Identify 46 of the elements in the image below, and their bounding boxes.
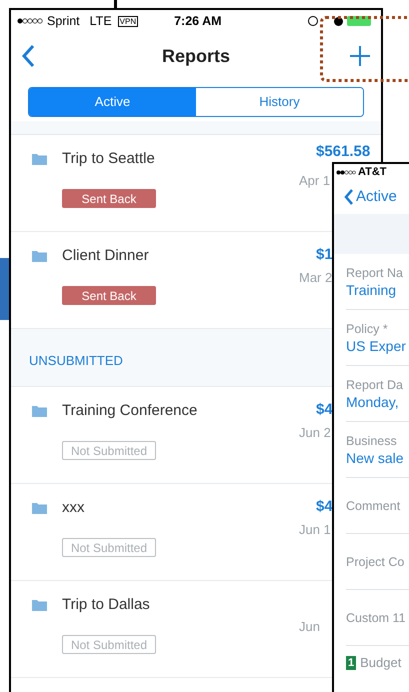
back-button[interactable]: Active [344, 186, 397, 208]
status-badge: Sent Back [62, 286, 156, 305]
report-date: Apr 1 [299, 172, 330, 190]
screen-title: Reports [162, 44, 230, 68]
status-badge: Not Submitted [62, 441, 156, 460]
report-name: xxx [62, 498, 84, 518]
report-name: Trip to Seattle [62, 149, 155, 169]
report-date: Mar 2 [299, 269, 332, 287]
status-badge: Sent Back [62, 189, 156, 208]
status-badge: Not Submitted [62, 635, 156, 654]
signal-dots-icon [336, 170, 356, 174]
report-amount: $4 [316, 400, 333, 420]
chevron-icon [344, 189, 353, 205]
report-amount: $1 [316, 245, 333, 265]
form-field[interactable]: Report Da Monday, [346, 366, 409, 422]
form-field[interactable]: Report Na Training [346, 254, 409, 310]
form-field[interactable]: Project Co [346, 534, 409, 590]
section-label: Budget [360, 654, 402, 672]
form-field[interactable]: Comment [346, 478, 409, 534]
status-time: 7:26 AM [174, 12, 222, 30]
folder-icon [32, 502, 47, 514]
report-amount: $4 [316, 497, 333, 517]
folder-icon [32, 153, 47, 165]
report-amount: $561.58 [316, 142, 370, 162]
signal-dots-icon [17, 18, 43, 24]
report-name: Training Conference [62, 401, 198, 421]
status-badge: Not Submitted [62, 538, 156, 557]
vpn-indicator: VPN [118, 16, 138, 26]
count-badge: 1 [346, 656, 356, 670]
report-date: Jun 2 [299, 424, 331, 442]
segment-tab[interactable]: Active [29, 88, 196, 116]
report-name: Trip to Dallas [62, 595, 150, 615]
report-date: Jun 1 [299, 521, 331, 539]
report-date: Jun [299, 618, 320, 636]
folder-icon [32, 405, 47, 417]
section-header: UNSUBMITTED [29, 352, 123, 370]
network-type: LTE [90, 12, 112, 30]
carrier-name: AT&T [358, 164, 387, 180]
add-button[interactable] [349, 44, 373, 68]
report-name: Client Dinner [62, 246, 149, 266]
carrier-name: Sprint [47, 12, 80, 30]
form-field[interactable]: Custom 11 [346, 590, 409, 646]
folder-icon [32, 599, 47, 611]
form-field[interactable]: Business New sale [346, 422, 409, 478]
form-field[interactable]: Policy * US Exper [346, 310, 409, 366]
folder-icon [32, 250, 47, 262]
